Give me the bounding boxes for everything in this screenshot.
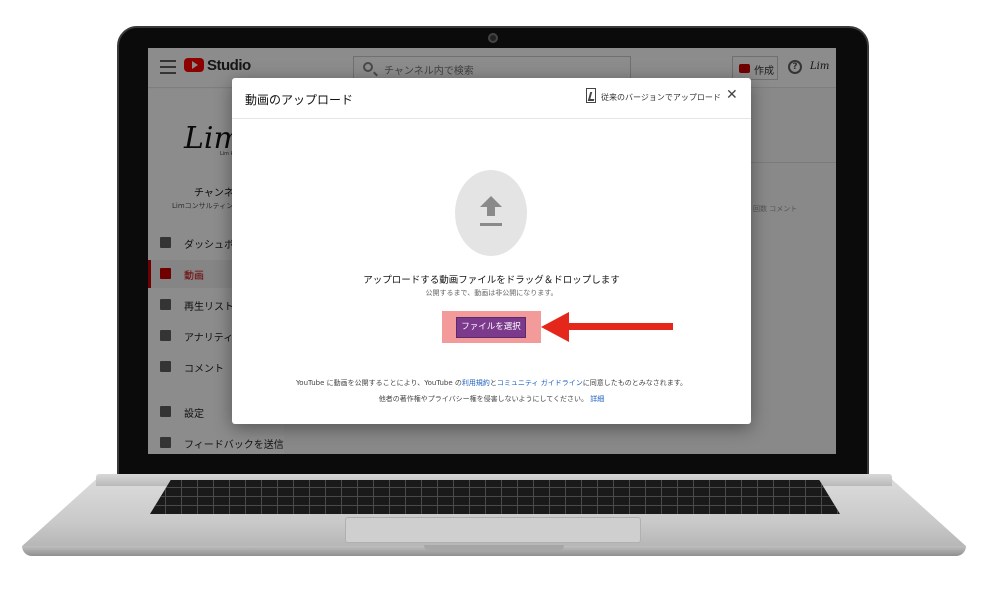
upload-icon[interactable]	[455, 170, 527, 256]
close-icon[interactable]: ✕	[726, 88, 738, 102]
terms-notice: YouTube に動画を公開することにより、YouTube の利用規約とコミュニ…	[232, 378, 751, 388]
upload-dialog: 動画のアップロード 従来のバージョンでアップロード ✕ アップロードする動画ファ…	[232, 78, 751, 424]
pointer-arrow-icon	[541, 312, 569, 342]
pointer-arrow-shaft	[563, 323, 673, 330]
terms-of-service-link[interactable]: 利用規約	[462, 379, 490, 387]
webcam	[488, 33, 498, 43]
legacy-upload-link[interactable]: 従来のバージョンでアップロード	[601, 92, 721, 103]
laptop-notch	[424, 545, 564, 551]
community-guidelines-link[interactable]: コミュニティ ガイドライン	[497, 379, 583, 387]
laptop-screen: Studio チャンネル内で検索 作成 ? Lim Lim Lim ko チャン…	[148, 48, 836, 454]
laptop-mockup: Studio チャンネル内で検索 作成 ? Lim Lim Lim ko チャン…	[0, 0, 1000, 599]
learn-more-link[interactable]: 詳細	[590, 395, 604, 403]
terms-prefix: YouTube に動画を公開することにより、YouTube の	[295, 379, 462, 387]
upload-baseline	[480, 223, 502, 226]
upload-arrow-stem	[487, 206, 495, 216]
copyright-text: 他者の著作権やプライバシー権を侵害しないようにしてください。	[378, 395, 589, 403]
drop-instructions: アップロードする動画ファイルをドラッグ＆ドロップします	[363, 275, 620, 286]
terms-suffix: に同意したものとみなされます。	[582, 379, 688, 387]
select-file-button[interactable]: ファイルを選択	[456, 317, 526, 338]
copyright-notice: 他者の著作権やプライバシー権を侵害しないようにしてください。 詳細	[232, 394, 751, 404]
terms-and: と	[489, 379, 497, 387]
keyboard	[150, 480, 840, 514]
legacy-upload-icon[interactable]	[586, 88, 596, 103]
dialog-title: 動画のアップロード	[245, 93, 354, 107]
trackpad	[345, 517, 641, 543]
dialog-divider	[232, 118, 751, 119]
privacy-note: 公開するまで、動画は非公開になります。	[425, 289, 558, 297]
